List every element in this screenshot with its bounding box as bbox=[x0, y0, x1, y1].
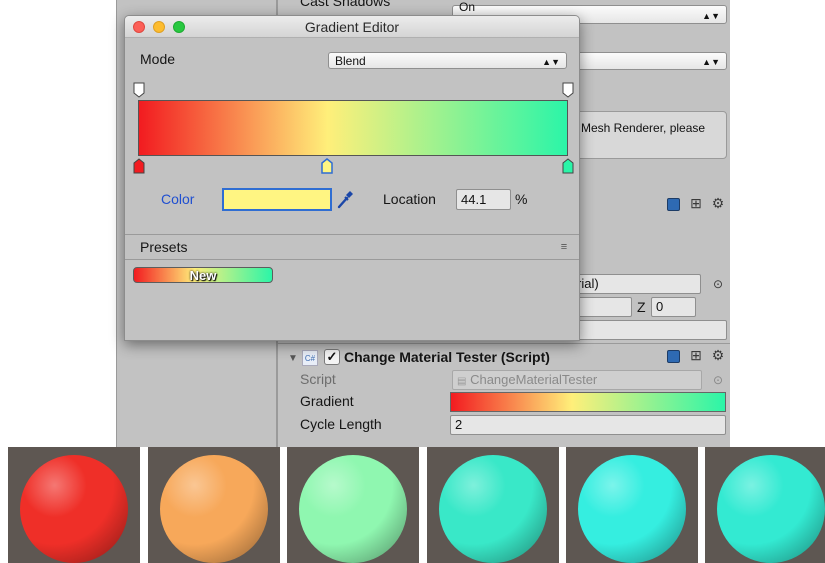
sphere-tile-2 bbox=[148, 447, 280, 563]
script-field: ▤ ChangeMaterialTester bbox=[452, 370, 702, 390]
mode-dropdown[interactable]: Blend ▲▼ bbox=[328, 52, 567, 69]
sphere-tile-4 bbox=[427, 447, 559, 563]
location-label: Location bbox=[383, 191, 436, 207]
gradient-field[interactable] bbox=[450, 392, 726, 412]
field-blank-1[interactable] bbox=[572, 297, 632, 317]
location-unit: % bbox=[515, 191, 528, 207]
component-help-icon[interactable] bbox=[666, 349, 680, 363]
component-divider bbox=[278, 343, 730, 344]
alpha-key-start[interactable] bbox=[133, 82, 145, 98]
window-titlebar[interactable]: Gradient Editor bbox=[125, 16, 579, 38]
preset-swatch-new[interactable]: New bbox=[133, 267, 273, 283]
sphere-6 bbox=[717, 455, 825, 563]
mode-label: Mode bbox=[140, 51, 176, 67]
dropdown-arrows-icon: ▲▼ bbox=[702, 57, 720, 67]
sphere-tile-1 bbox=[8, 447, 140, 563]
enabled-checkbox[interactable]: ✓ bbox=[324, 349, 340, 365]
dropdown-arrows-icon: ▲▼ bbox=[542, 57, 560, 67]
panel-divider-left bbox=[116, 0, 117, 447]
gradient-preview-bar[interactable] bbox=[138, 100, 568, 156]
eyedropper-icon[interactable] bbox=[337, 189, 355, 209]
window-title: Gradient Editor bbox=[304, 19, 400, 35]
sphere-tile-3 bbox=[287, 447, 419, 563]
presets-header: Presets ≡ bbox=[125, 234, 579, 260]
field-blank-2[interactable] bbox=[572, 320, 727, 340]
gradient-label: Gradient bbox=[300, 393, 354, 409]
sphere-tile-5 bbox=[566, 447, 698, 563]
color-key-red[interactable] bbox=[133, 158, 145, 174]
sphere-4 bbox=[439, 455, 547, 563]
help-book-icon[interactable] bbox=[666, 197, 680, 211]
help-box: Mesh Renderer, please bbox=[572, 111, 727, 159]
sphere-2 bbox=[160, 455, 268, 563]
script-picker-icon: ⊙ bbox=[712, 373, 724, 387]
script-label: Script bbox=[300, 371, 336, 387]
foldout-arrow-icon[interactable]: ▼ bbox=[286, 351, 300, 365]
sphere-tile-6 bbox=[705, 447, 825, 563]
sphere-3 bbox=[299, 455, 407, 563]
color-key-green[interactable] bbox=[562, 158, 574, 174]
object-picker-icon[interactable]: ⊙ bbox=[711, 277, 725, 291]
cast-shadows-label: Cast Shadows bbox=[300, 0, 391, 9]
sphere-1 bbox=[20, 455, 128, 563]
component-preset-icon[interactable]: ⊞ bbox=[689, 347, 703, 363]
receive-dropdown[interactable]: ▲▼ bbox=[572, 52, 727, 70]
color-label: Color bbox=[161, 191, 195, 207]
color-swatch[interactable] bbox=[222, 188, 332, 211]
csharp-script-icon: C# bbox=[302, 350, 318, 366]
material-field[interactable]: rial) bbox=[572, 274, 701, 294]
z-label: Z bbox=[637, 299, 646, 315]
alpha-key-end[interactable] bbox=[562, 82, 574, 98]
presets-label: Presets bbox=[140, 239, 188, 255]
cycle-length-field[interactable]: 2 bbox=[450, 415, 726, 435]
component-title: Change Material Tester (Script) bbox=[344, 349, 550, 365]
script-file-icon: ▤ bbox=[457, 376, 467, 387]
cycle-length-label: Cycle Length bbox=[300, 416, 382, 432]
component-gear-icon[interactable]: ⚙ bbox=[711, 347, 725, 363]
sphere-5 bbox=[578, 455, 686, 563]
dropdown-arrows-icon: ▲▼ bbox=[702, 11, 720, 21]
location-field[interactable]: 44.1 bbox=[456, 189, 511, 210]
gear-icon[interactable]: ⚙ bbox=[711, 195, 725, 211]
z-field[interactable]: 0 bbox=[651, 297, 696, 317]
preset-sliders-icon[interactable]: ⊞ bbox=[689, 195, 703, 211]
presets-menu-icon[interactable]: ≡ bbox=[557, 240, 571, 254]
preset-name: New bbox=[189, 267, 217, 283]
color-key-yellow-selected[interactable] bbox=[321, 158, 333, 174]
gradient-editor-window: Gradient Editor Mode Blend ▲▼ Color Loca… bbox=[124, 15, 580, 341]
